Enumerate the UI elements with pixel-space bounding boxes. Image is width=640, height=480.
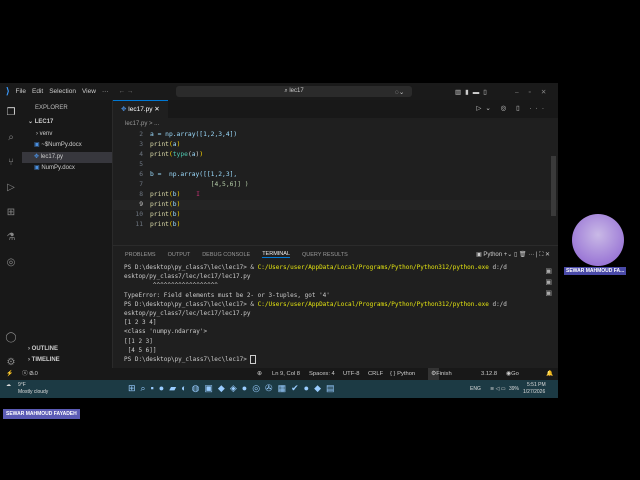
explorer-icon[interactable]: ❐ [0, 100, 22, 125]
tab-query-results[interactable]: QUERY RESULTS [302, 252, 348, 258]
code-area[interactable]: 2a = np.array([1,2,3,4]) 3 print(a) 4 prin… [113, 130, 558, 230]
battery-level: 39% [509, 386, 520, 392]
bell-icon[interactable]: 🔔 [546, 368, 553, 380]
activity-bar: ❐ ⌕ ⑂ ▷ ⊞ ⚗ ◎ ◯ ⚙ [0, 100, 22, 368]
editor: ✥ lec17.py ✕ ▷⌄ ◎ ▯ ··· lec17.py > ... 2… [113, 100, 558, 245]
code-line: 3 print(a) [139, 141, 181, 148]
tab-problems[interactable]: PROBLEMS [125, 252, 156, 258]
weather-icon[interactable]: ☁ [6, 382, 11, 388]
menu-selection[interactable]: Selection [49, 88, 76, 95]
extensions-icon[interactable]: ⊞ [0, 200, 22, 225]
menu-edit[interactable]: Edit [32, 88, 43, 95]
tray-icons[interactable]: ≋ ◁ ▭ [490, 386, 506, 392]
editor-tabs: ✥ lec17.py ✕ ▷⌄ ◎ ▯ ··· [113, 100, 558, 118]
bottom-panel: PROBLEMS OUTPUT DEBUG CONSOLE TERMINAL Q… [113, 245, 558, 368]
remote-icon[interactable]: ⚡ [6, 368, 13, 380]
python-icon[interactable]: ◎ [0, 250, 22, 275]
testing-icon[interactable]: ⚗ [0, 225, 22, 250]
command-search[interactable]: ⌕ lec17 [176, 86, 412, 97]
code-text: a = np.array([1,2,3,4]) [150, 131, 238, 138]
menu-view[interactable]: View [82, 88, 96, 95]
windows-taskbar: ☁ 9°F Mostly cloudy ⊞⌕▪●▰◐◍▣◆◈●◎✇▦✔●◆▤ E… [0, 380, 558, 398]
python-version[interactable]: 3.12.8 [481, 368, 497, 380]
panel-tabs: PROBLEMS OUTPUT DEBUG CONSOLE TERMINAL Q… [113, 246, 558, 263]
code-line: 11 print(b) [135, 221, 181, 228]
window-controls[interactable]: –▫✕ [515, 88, 556, 96]
finish-setup-button[interactable]: ⚙ Finish Setup [428, 368, 452, 389]
clock-date[interactable]: 1/27/2026 [523, 389, 545, 395]
terminal-prompt: PS D:\desktop\py_class7\lec\lec17> [124, 355, 251, 363]
run-python-icon[interactable]: ▷⌄ ◎ ▯ ··· [476, 100, 548, 118]
outline-section[interactable]: › OUTLINE [22, 344, 58, 356]
explorer-title: EXPLORER [35, 105, 68, 111]
encoding[interactable]: UTF-8 [343, 368, 359, 380]
terminal-cursor [250, 354, 257, 364]
source-control-icon[interactable]: ⑂ [0, 150, 22, 175]
weather-temp: 9°F [18, 382, 26, 388]
tree-item-venv[interactable]: › venv [22, 129, 112, 141]
code-line: 2a = np.array([1,2,3,4]) [139, 131, 238, 138]
tree-item-lec17-py[interactable]: ✥ lec17.py [22, 151, 112, 163]
tab-terminal[interactable]: TERMINAL [262, 251, 290, 258]
layout-icons[interactable]: ▥▮▬▯ [455, 88, 491, 96]
taskbar-app-icons[interactable]: ⊞⌕▪●▰◐◍▣◆◈●◎✇▦✔●◆▤ [128, 383, 340, 394]
code-line: 5 [139, 161, 143, 168]
tree-item-temp-docx[interactable]: ▣ ~$NumPy.docx [22, 140, 112, 152]
menu-more[interactable]: ··· [102, 88, 109, 95]
cursor-position[interactable]: Ln 9, Col 8 [272, 368, 300, 380]
status-bar: ⚡ ⓧ 0 ⚠ 0 ⊕ Ln 9, Col 8 Spaces: 4 UTF-8 … [0, 368, 558, 389]
search-text: lec17 [289, 88, 304, 94]
code-line: 6b = np.array([[1,2,3], [139, 171, 238, 178]
language-mode[interactable]: { } Python [390, 368, 415, 380]
vscode-window: ⟩ File Edit Selection View ··· ← → ⌕ lec… [0, 83, 558, 389]
code-text: [4,5,6]] ) [150, 181, 249, 188]
terminal-list-icons[interactable]: ▣ ▣ ▣ [545, 266, 552, 299]
indentation[interactable]: Spaces: 4 [309, 368, 335, 380]
tree-item-numpy-docx[interactable]: ▣ NumPy.docx [22, 163, 112, 175]
code-line: 7 [4,5,6]] ) [139, 181, 249, 188]
terminal-actions[interactable]: ▣ Python +⌄ ▯ 🗑 ··· | ⛶ ✕ [476, 251, 550, 259]
menu-file[interactable]: File [16, 88, 26, 95]
explorer-sidebar: EXPLORER ⌄ LEC17 › venv ▣ ~$NumPy.docx ✥… [22, 100, 113, 368]
account-icon[interactable]: ◯ [0, 325, 22, 350]
participant-label: SEWAR MAHMOUD FA... [564, 267, 627, 275]
line-ending[interactable]: CRLF [368, 368, 383, 380]
clock-time[interactable]: 5:51 PM [527, 382, 546, 388]
timeline-section[interactable]: › TIMELINE [22, 355, 60, 367]
code-text: b = np.array([[1,2,3], [150, 171, 238, 178]
vscode-logo-icon: ⟩ [6, 86, 10, 96]
tab-output[interactable]: OUTPUT [168, 252, 191, 258]
editor-scrollbar[interactable] [551, 156, 556, 216]
folder-lec17[interactable]: ⌄ LEC17 [22, 117, 112, 129]
participant-video [572, 214, 624, 266]
weather-text: Mostly cloudy [18, 389, 49, 395]
code-line: 10 print(b) [135, 211, 181, 218]
problems-count[interactable]: ⓧ 0 ⚠ 0 [22, 368, 38, 380]
zoom-icon[interactable]: ⊕ [257, 368, 262, 380]
run-debug-icon[interactable]: ▷ [0, 175, 22, 200]
terminal-output[interactable]: PS D:\desktop\py_class7\lec\lec17> & C:/… [113, 263, 558, 364]
breadcrumb[interactable]: lec17.py > ... [113, 118, 558, 130]
code-line: 8 print(b) I [139, 191, 200, 198]
tab-debug-console[interactable]: DEBUG CONSOLE [202, 252, 250, 258]
speaker-name-tag: SEWAR MAHMOUD FAYADEH [3, 409, 80, 419]
back-forward-icon[interactable]: ← → [118, 88, 133, 95]
tab-lec17-py[interactable]: ✥ lec17.py ✕ [113, 100, 168, 118]
copilot-icon[interactable]: ◌⌄ [395, 88, 404, 96]
title-bar: ⟩ File Edit Selection View ··· ← → ⌕ lec… [0, 83, 558, 100]
go-live-button[interactable]: ◉ Go Live [506, 368, 522, 389]
code-line: 9 print(b) [113, 200, 558, 210]
text-cursor-icon: I [196, 191, 200, 198]
search-icon[interactable]: ⌕ [0, 125, 22, 150]
code-line: 4 print(type(a)) [139, 151, 204, 158]
input-language[interactable]: ENG [470, 386, 481, 392]
